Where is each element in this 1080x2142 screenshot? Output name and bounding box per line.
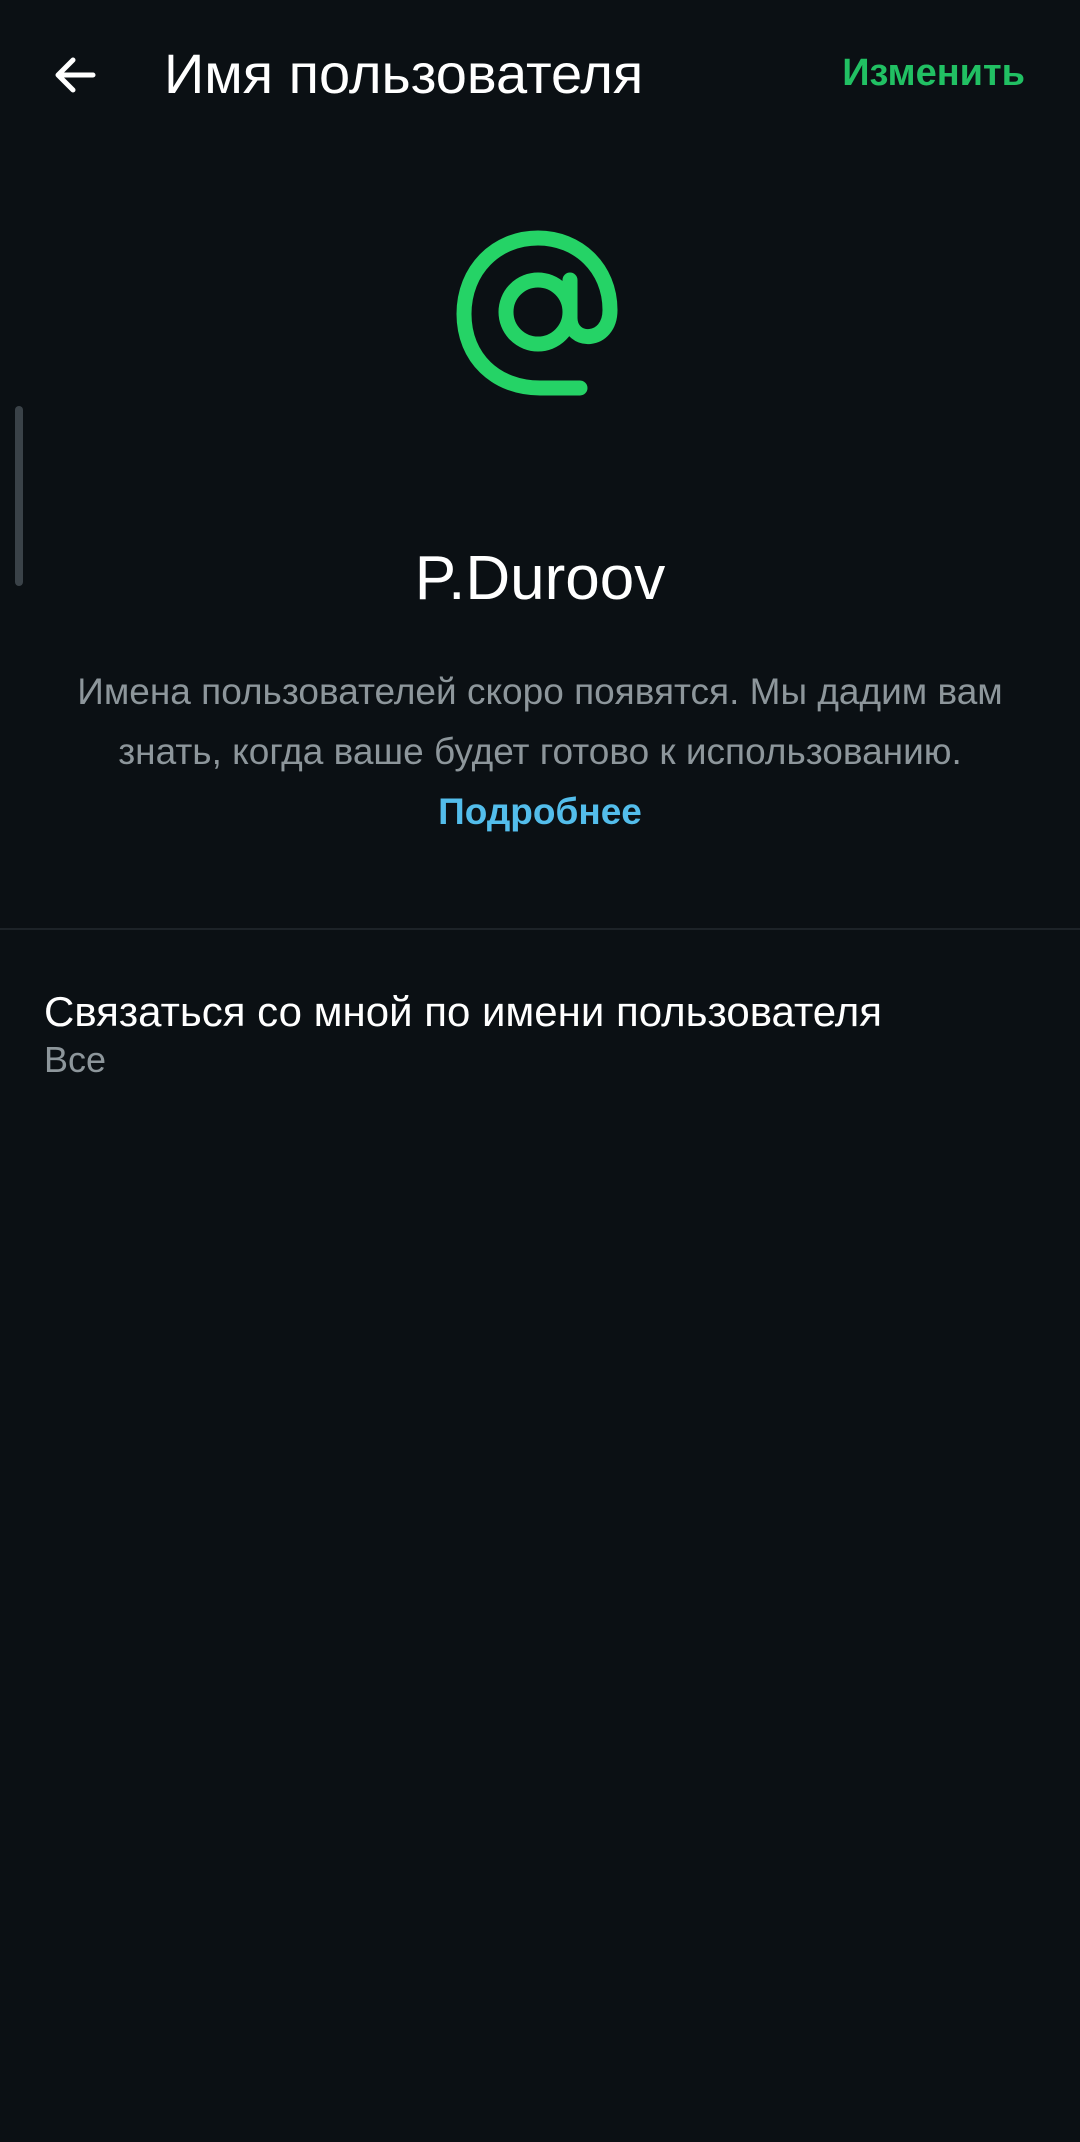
username: P.Duroov [414,544,666,613]
app-bar: Имя пользователя Изменить [0,0,1080,150]
description-text: Имена пользователей скоро появятся. Мы д… [77,671,1003,772]
setting-title: Связаться со мной по имени пользователя [44,988,882,1035]
edit-button[interactable]: Изменить [842,48,1025,98]
divider [0,928,1080,930]
learn-more-link[interactable]: Подробнее [438,791,642,832]
username-description: Имена пользователей скоро появятся. Мы д… [60,662,1020,842]
arrow-left-icon [55,57,96,93]
contact-by-username-setting[interactable]: Связаться со мной по имени пользователя … [0,966,1080,1086]
at-sign-icon [456,230,618,396]
setting-value: Все [44,1039,107,1080]
page-title: Имя пользователя [164,42,644,105]
back-button[interactable] [40,40,110,110]
